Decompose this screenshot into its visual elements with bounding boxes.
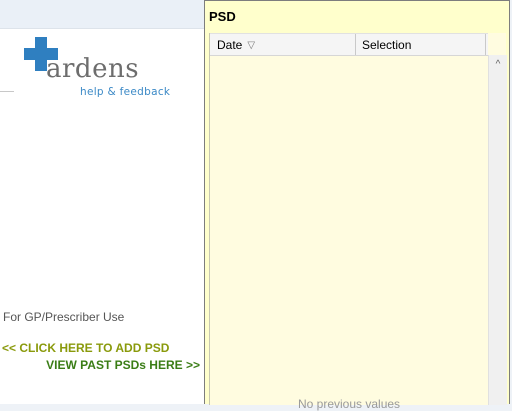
column-header-selection[interactable]: Selection <box>356 34 486 55</box>
column-date-label: Date <box>217 38 243 52</box>
logo-wordmark: ardens <box>46 54 140 84</box>
ardens-logo[interactable]: ardens help & feedback <box>22 37 192 99</box>
view-past-psds-link[interactable]: VIEW PAST PSDs HERE >> <box>46 358 200 372</box>
grid-header: Date ▽ Selection <box>210 33 488 56</box>
chevron-up-icon[interactable]: ^ <box>489 59 507 75</box>
divider <box>0 91 14 92</box>
column-header-date[interactable]: Date ▽ <box>210 34 356 55</box>
psd-panel: PSD Date ▽ Selection ^ No previous values <box>204 0 510 411</box>
vertical-scrollbar[interactable]: ^ <box>488 55 507 405</box>
psd-grid: Date ▽ Selection ^ No previous values <box>209 33 507 411</box>
sort-desc-icon: ▽ <box>247 40 256 51</box>
add-psd-link[interactable]: << CLICK HERE TO ADD PSD <box>2 341 169 355</box>
psd-title: PSD <box>209 9 236 24</box>
column-selection-label: Selection <box>362 38 412 52</box>
gp-prescriber-label: For GP/Prescriber Use <box>3 310 125 324</box>
empty-state-text: No previous values <box>298 397 401 411</box>
left-top-strip <box>0 0 204 29</box>
help-feedback-link[interactable]: help & feedback <box>80 86 170 98</box>
